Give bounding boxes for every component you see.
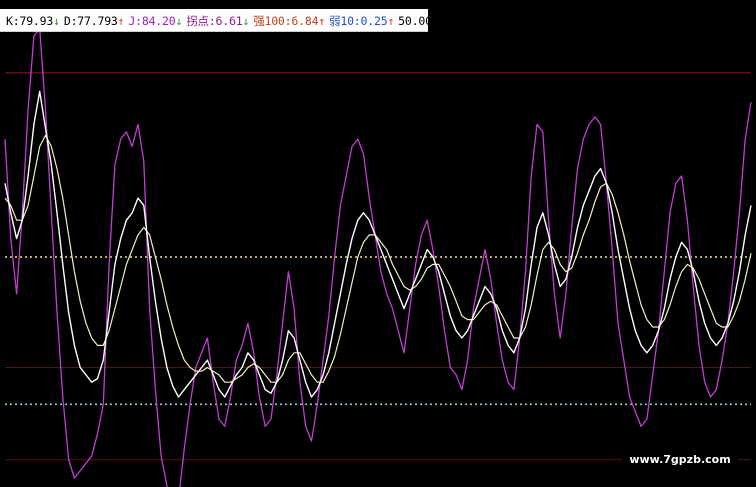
indicator-label: J [128, 14, 136, 28]
indicator-5: 强100: 6.84↑ [253, 13, 325, 29]
indicator-separator: : [284, 14, 292, 28]
indicator-header: K: 79.93↓ D: 77.793↑ J: 84.20↓ 拐点: 6.61↓ 强10… [0, 9, 439, 32]
indicator-value: 6.84 [291, 14, 319, 28]
indicator-label: 拐点 [186, 14, 209, 28]
indicator-3: J: 84.20↓ [128, 14, 182, 28]
indicator-7: 50.000 [398, 14, 439, 28]
series-d-line [4, 134, 752, 383]
indicator-separator: : [12, 14, 20, 28]
indicator-values: K: 79.93↓ D: 77.793↑ J: 84.20↓ 拐点: 6.61↓ 强10… [6, 13, 443, 29]
indicator-1: K: 79.93↓ [6, 14, 60, 28]
indicator-value: 84.20 [141, 14, 176, 28]
indicator-arrow: ↓ [175, 14, 183, 28]
kdj-chart [4, 27, 752, 487]
indicator-separator: : [70, 14, 78, 28]
indicator-value: 6.61 [215, 14, 243, 28]
indicator-4: 拐点: 6.61↓ [186, 13, 249, 29]
indicator-6: 弱10: 0.25↑ [329, 13, 394, 29]
indicator-value: 50.000 [398, 14, 439, 28]
indicator-arrow: ↓ [242, 14, 250, 28]
indicator-label: 弱10 [329, 14, 354, 28]
series-lines [4, 27, 752, 487]
indicator-arrow: ↑ [387, 14, 395, 28]
indicator-label: K [6, 14, 13, 28]
indicator-label: 强100 [253, 14, 285, 28]
indicator-value: 79.93 [19, 14, 54, 28]
indicator-arrow: ↑ [117, 14, 125, 28]
indicator-value: 0.25 [360, 14, 388, 28]
indicator-separator: : [353, 14, 361, 28]
indicator-separator: : [135, 14, 142, 28]
series-k-line [4, 90, 752, 398]
watermark: www.7gpzb.com [622, 449, 738, 471]
indicator-2: D: 77.793↑ [64, 14, 125, 28]
indicator-value: 77.793 [77, 14, 118, 28]
indicator-label: D [63, 14, 71, 28]
indicator-separator: : [208, 14, 216, 28]
reference-lines [5, 72, 751, 461]
indicator-arrow: ↑ [318, 14, 326, 28]
indicator-arrow: ↓ [53, 14, 60, 28]
